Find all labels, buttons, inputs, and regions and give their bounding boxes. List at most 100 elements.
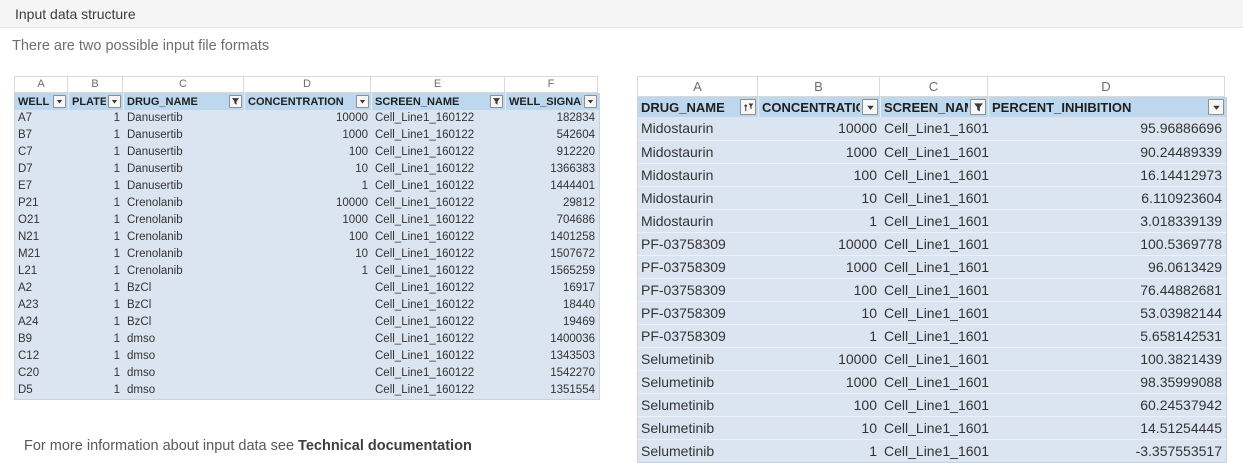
column-header-label: CONCENTRATION: [248, 96, 344, 108]
cell: [245, 348, 372, 365]
column-letter-row: ABCD: [637, 76, 1227, 97]
cell: 10000: [759, 232, 881, 255]
cell: 1400036: [506, 331, 599, 348]
cell: 1: [69, 314, 124, 331]
cell: Cell_Line1_160122: [881, 324, 989, 347]
cell: Cell_Line1_160122: [372, 382, 506, 399]
dropdown-icon[interactable]: [1208, 99, 1224, 115]
cell: 1: [759, 209, 881, 232]
cell: M21: [15, 246, 69, 263]
table-row: Selumetinib10000Cell_Line1_160122100.382…: [638, 347, 1226, 370]
column-header-screen_name: SCREEN_NAME: [372, 93, 506, 110]
cell: Selumetinib: [638, 347, 759, 370]
cell: BzCl: [124, 314, 245, 331]
cell: 10000: [759, 117, 881, 140]
cell: Cell_Line1_160122: [372, 127, 506, 144]
table-row: PF-037583091Cell_Line1_1601225.658142531: [638, 324, 1226, 347]
dropdown-icon[interactable]: [584, 95, 597, 108]
cell: Cell_Line1_160122: [372, 161, 506, 178]
cell: [245, 331, 372, 348]
cell: 1: [69, 348, 124, 365]
cell: Cell_Line1_160122: [372, 280, 506, 297]
cell: 1: [69, 365, 124, 382]
column-letter: E: [371, 76, 505, 93]
technical-documentation-link[interactable]: Technical documentation: [298, 438, 472, 454]
column-header-label: SCREEN_NAME: [884, 100, 968, 115]
table-header-row: WELLPLATEDRUG_NAMECONCENTRATIONSCREEN_NA…: [15, 93, 599, 110]
cell: [245, 280, 372, 297]
cell: 100.5369778: [989, 232, 1226, 255]
cell: B7: [15, 127, 69, 144]
cell: A2: [15, 280, 69, 297]
cell: A24: [15, 314, 69, 331]
cell: [245, 297, 372, 314]
filter-icon[interactable]: [229, 95, 242, 108]
cell: [245, 314, 372, 331]
filter-icon[interactable]: [970, 99, 986, 115]
cell: 1: [69, 263, 124, 280]
cell: 1: [69, 195, 124, 212]
cell: Cell_Line1_160122: [881, 301, 989, 324]
cell: Midostaurin: [638, 163, 759, 186]
cell: C7: [15, 144, 69, 161]
cell: Midostaurin: [638, 140, 759, 163]
cell: Selumetinib: [638, 416, 759, 439]
dropdown-icon[interactable]: [108, 95, 121, 108]
table-row: E71Danusertib1Cell_Line1_1601221444401: [15, 178, 599, 195]
cell: PF-03758309: [638, 278, 759, 301]
column-header-percent_inhibition: PERCENT_INHIBITION: [989, 97, 1226, 117]
column-header-well_signal: WELL_SIGNAL: [506, 93, 599, 110]
cell: Cell_Line1_160122: [881, 163, 989, 186]
column-header-drug_name: DRUG_NAME: [638, 97, 759, 117]
cell: 1000: [245, 212, 372, 229]
cell: 1000: [245, 127, 372, 144]
cell: D7: [15, 161, 69, 178]
cell: 1000: [759, 140, 881, 163]
cell: 53.03982144: [989, 301, 1226, 324]
column-header-label: PLATE: [72, 96, 106, 108]
dropdown-icon[interactable]: [356, 95, 369, 108]
cell: Midostaurin: [638, 186, 759, 209]
cell: Cell_Line1_160122: [881, 232, 989, 255]
cell: Cell_Line1_160122: [881, 393, 989, 416]
cell: Cell_Line1_160122: [372, 178, 506, 195]
table-row: Selumetinib1000Cell_Line1_16012298.35999…: [638, 370, 1226, 393]
page-title: Input data structure: [15, 6, 136, 22]
cell: Cell_Line1_160122: [372, 314, 506, 331]
table-area: DRUG_NAMECONCENTRATIONSCREEN_NAMEPERCENT…: [637, 97, 1227, 463]
cell: 1: [69, 127, 124, 144]
cell: 90.24489339: [989, 140, 1226, 163]
cell: 912220: [506, 144, 599, 161]
cell: 1: [759, 324, 881, 347]
cell: 1565259: [506, 263, 599, 280]
column-letter: F: [505, 76, 598, 93]
table-row: N211Crenolanib100Cell_Line1_160122140125…: [15, 229, 599, 246]
column-header-label: PERCENT_INHIBITION: [992, 100, 1131, 115]
cell: Cell_Line1_160122: [372, 110, 506, 127]
cell: 1542270: [506, 365, 599, 382]
cell: 10000: [245, 195, 372, 212]
cell: 10: [759, 301, 881, 324]
filter-icon[interactable]: [490, 95, 503, 108]
dropdown-icon[interactable]: [862, 99, 878, 115]
column-letter: C: [880, 76, 988, 97]
cell: 542604: [506, 127, 599, 144]
cell: [245, 365, 372, 382]
sort-filter-icon[interactable]: [740, 99, 756, 115]
cell: -3.357553517: [989, 439, 1226, 462]
footer-text: For more information about input data se…: [24, 438, 298, 454]
cell: 1: [69, 331, 124, 348]
table-row: D51dmsoCell_Line1_1601221351554: [15, 382, 599, 399]
cell: L21: [15, 263, 69, 280]
cell: 1: [69, 212, 124, 229]
table-row: D71Danusertib10Cell_Line1_1601221366383: [15, 161, 599, 178]
column-header-screen_name: SCREEN_NAME: [881, 97, 989, 117]
cell: Cell_Line1_160122: [372, 195, 506, 212]
cell: 1: [69, 144, 124, 161]
cell: 10: [759, 186, 881, 209]
cell: 95.96886696: [989, 117, 1226, 140]
cell: Cell_Line1_160122: [372, 229, 506, 246]
cell: 1: [69, 246, 124, 263]
cell: 19469: [506, 314, 599, 331]
dropdown-icon[interactable]: [53, 95, 66, 108]
